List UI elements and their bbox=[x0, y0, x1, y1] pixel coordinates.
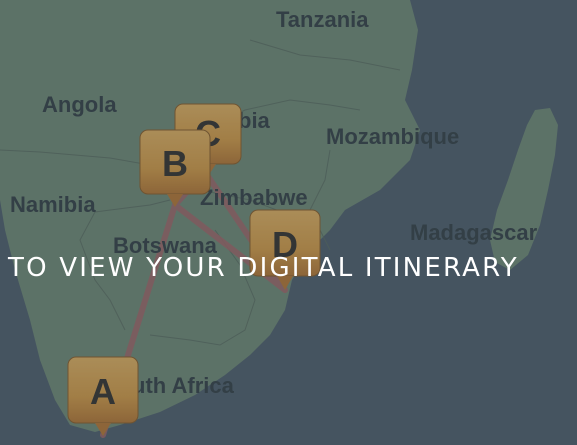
africa-map[interactable]: Tanzania Angola bia Mozambique Namibia Z… bbox=[0, 0, 577, 445]
itinerary-caption: TO VIEW YOUR DIGITAL ITINERARY bbox=[8, 253, 519, 283]
dim-overlay bbox=[0, 0, 577, 445]
itinerary-map-screen: Tanzania Angola bia Mozambique Namibia Z… bbox=[0, 0, 577, 445]
